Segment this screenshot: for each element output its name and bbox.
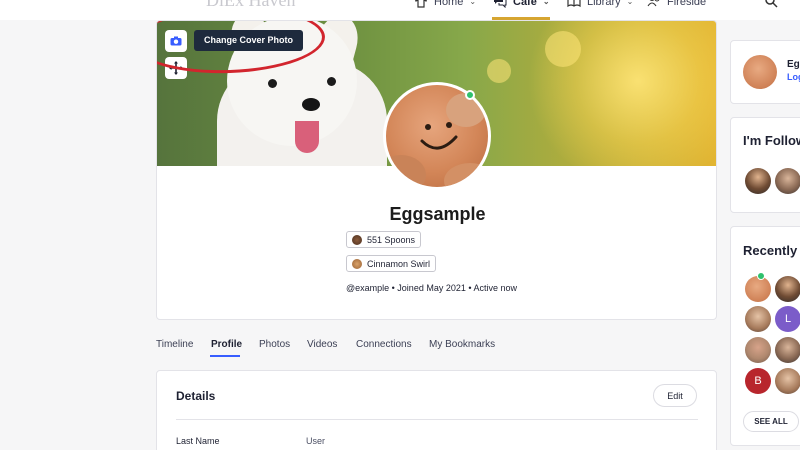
user-avatar[interactable] bbox=[743, 55, 777, 89]
cover-bokeh bbox=[487, 59, 511, 83]
active-tab-indicator bbox=[210, 355, 240, 357]
recent-member-avatar[interactable] bbox=[745, 276, 771, 302]
member-type-badge[interactable]: Cinnamon Swirl bbox=[346, 255, 437, 272]
following-avatar[interactable] bbox=[745, 168, 771, 194]
nav-cafe-label: Cafe bbox=[513, 0, 537, 8]
dog-nose bbox=[302, 98, 320, 111]
chevron-down-icon: ⌄ bbox=[626, 0, 634, 6]
following-card: I'm Follow bbox=[730, 117, 800, 213]
see-all-button[interactable]: SEE ALL bbox=[743, 411, 799, 432]
following-title: I'm Follow bbox=[743, 133, 800, 148]
recent-member-avatar[interactable] bbox=[745, 337, 771, 363]
people-icon bbox=[647, 0, 660, 7]
following-avatar[interactable] bbox=[775, 168, 800, 194]
tab-videos[interactable]: Videos bbox=[307, 339, 337, 350]
shirt-icon bbox=[415, 0, 427, 8]
nav-fireside[interactable]: Fireside bbox=[647, 0, 706, 20]
divider bbox=[176, 419, 698, 420]
user-name[interactable]: Egg bbox=[787, 59, 800, 70]
site-logo[interactable]: DiEx Haven bbox=[206, 0, 295, 11]
chevron-down-icon: ⌄ bbox=[542, 0, 550, 6]
spoons-badge-label: 551 Spoons bbox=[367, 234, 416, 245]
last-name-value: User bbox=[306, 436, 326, 446]
logout-link[interactable]: Log bbox=[787, 72, 800, 82]
top-navigation: DiEx Haven Home ⌄ Cafe ⌄ Library ⌄ Fires… bbox=[0, 0, 800, 20]
nav-home[interactable]: Home ⌄ bbox=[414, 0, 476, 20]
online-status-indicator bbox=[465, 90, 475, 100]
spoon-icon bbox=[352, 234, 362, 245]
chat-icon bbox=[494, 0, 507, 8]
recent-member-avatar[interactable] bbox=[745, 306, 771, 332]
online-status-indicator bbox=[757, 272, 765, 280]
edit-details-button[interactable]: Edit bbox=[653, 384, 697, 407]
profile-meta: @example • Joined May 2021 • Active now bbox=[346, 283, 518, 293]
cinnamon-swirl-icon bbox=[352, 258, 362, 269]
recently-active-title: Recently A bbox=[743, 243, 800, 258]
dog-eye bbox=[327, 77, 336, 86]
tab-photos[interactable]: Photos bbox=[259, 339, 290, 350]
spoons-badge[interactable]: 551 Spoons bbox=[346, 231, 422, 248]
tab-connections[interactable]: Connections bbox=[356, 339, 412, 350]
recent-member-avatar[interactable] bbox=[775, 368, 800, 394]
chevron-down-icon: ⌄ bbox=[469, 0, 477, 6]
avatar-initial: B bbox=[754, 375, 762, 387]
book-icon bbox=[567, 0, 581, 8]
tab-my-bookmarks[interactable]: My Bookmarks bbox=[429, 339, 495, 350]
nav-home-label: Home bbox=[434, 0, 464, 8]
search-icon[interactable] bbox=[764, 0, 778, 8]
details-title: Details bbox=[176, 389, 216, 403]
egg-face bbox=[420, 122, 458, 150]
avatar-initial: L bbox=[784, 313, 792, 325]
profile-name: Eggsample bbox=[389, 204, 486, 224]
nav-library[interactable]: Library ⌄ bbox=[567, 0, 633, 20]
user-summary-card: Egg Log bbox=[730, 40, 800, 104]
recent-member-avatar[interactable] bbox=[775, 337, 800, 363]
recent-member-avatar[interactable] bbox=[775, 276, 800, 302]
recently-active-card: Recently A L B SEE ALL bbox=[730, 226, 800, 446]
nav-library-label: Library bbox=[587, 0, 621, 8]
nav-fireside-label: Fireside bbox=[667, 0, 707, 8]
recent-member-avatar[interactable]: B bbox=[745, 368, 771, 394]
profile-card: Change Cover Photo Eggsample 551 Spoons … bbox=[156, 20, 717, 320]
tab-timeline[interactable]: Timeline bbox=[156, 339, 193, 350]
dog-tongue bbox=[295, 121, 319, 153]
member-type-label: Cinnamon Swirl bbox=[367, 258, 431, 269]
profile-avatar[interactable] bbox=[383, 82, 491, 190]
tab-profile[interactable]: Profile bbox=[211, 339, 242, 350]
dog-eye bbox=[268, 79, 277, 88]
last-name-label: Last Name bbox=[176, 436, 220, 446]
details-card: Details Edit Last Name User bbox=[156, 370, 717, 450]
cover-bokeh bbox=[545, 31, 581, 67]
recent-member-avatar[interactable]: L bbox=[775, 306, 800, 332]
